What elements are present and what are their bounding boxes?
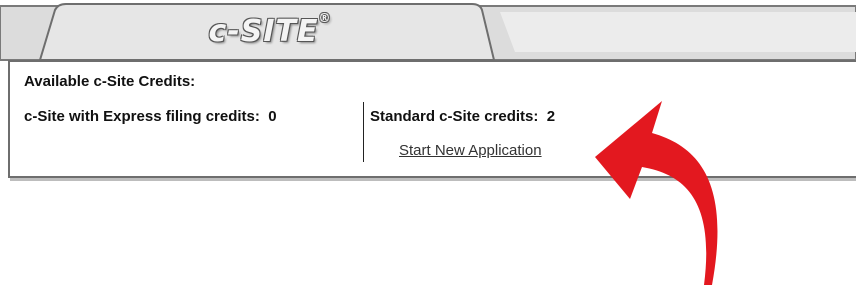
tab-title-text: c-SITE bbox=[208, 14, 319, 49]
column-divider bbox=[363, 102, 364, 162]
tab-title[interactable]: c-SITE® bbox=[150, 11, 390, 49]
credits-heading: Available c-Site Credits: bbox=[24, 73, 196, 90]
tab-strip-inner bbox=[500, 12, 856, 52]
registered-mark: ® bbox=[318, 11, 332, 25]
standard-credits: Standard c-Site credits: 2 bbox=[370, 108, 555, 125]
express-credits-label: c-Site with Express filing credits: bbox=[24, 108, 260, 125]
standard-credits-value: 2 bbox=[546, 108, 556, 125]
curved-arrow-icon bbox=[595, 101, 718, 285]
start-new-application-link[interactable]: Start New Application bbox=[399, 142, 542, 159]
express-credits-value: 0 bbox=[268, 108, 277, 125]
standard-credits-label: Standard c-Site credits: bbox=[370, 108, 539, 125]
arrow-body bbox=[595, 101, 718, 285]
express-credits: c-Site with Express filing credits: 0 bbox=[24, 108, 277, 125]
tab-bar bbox=[0, 3, 856, 61]
